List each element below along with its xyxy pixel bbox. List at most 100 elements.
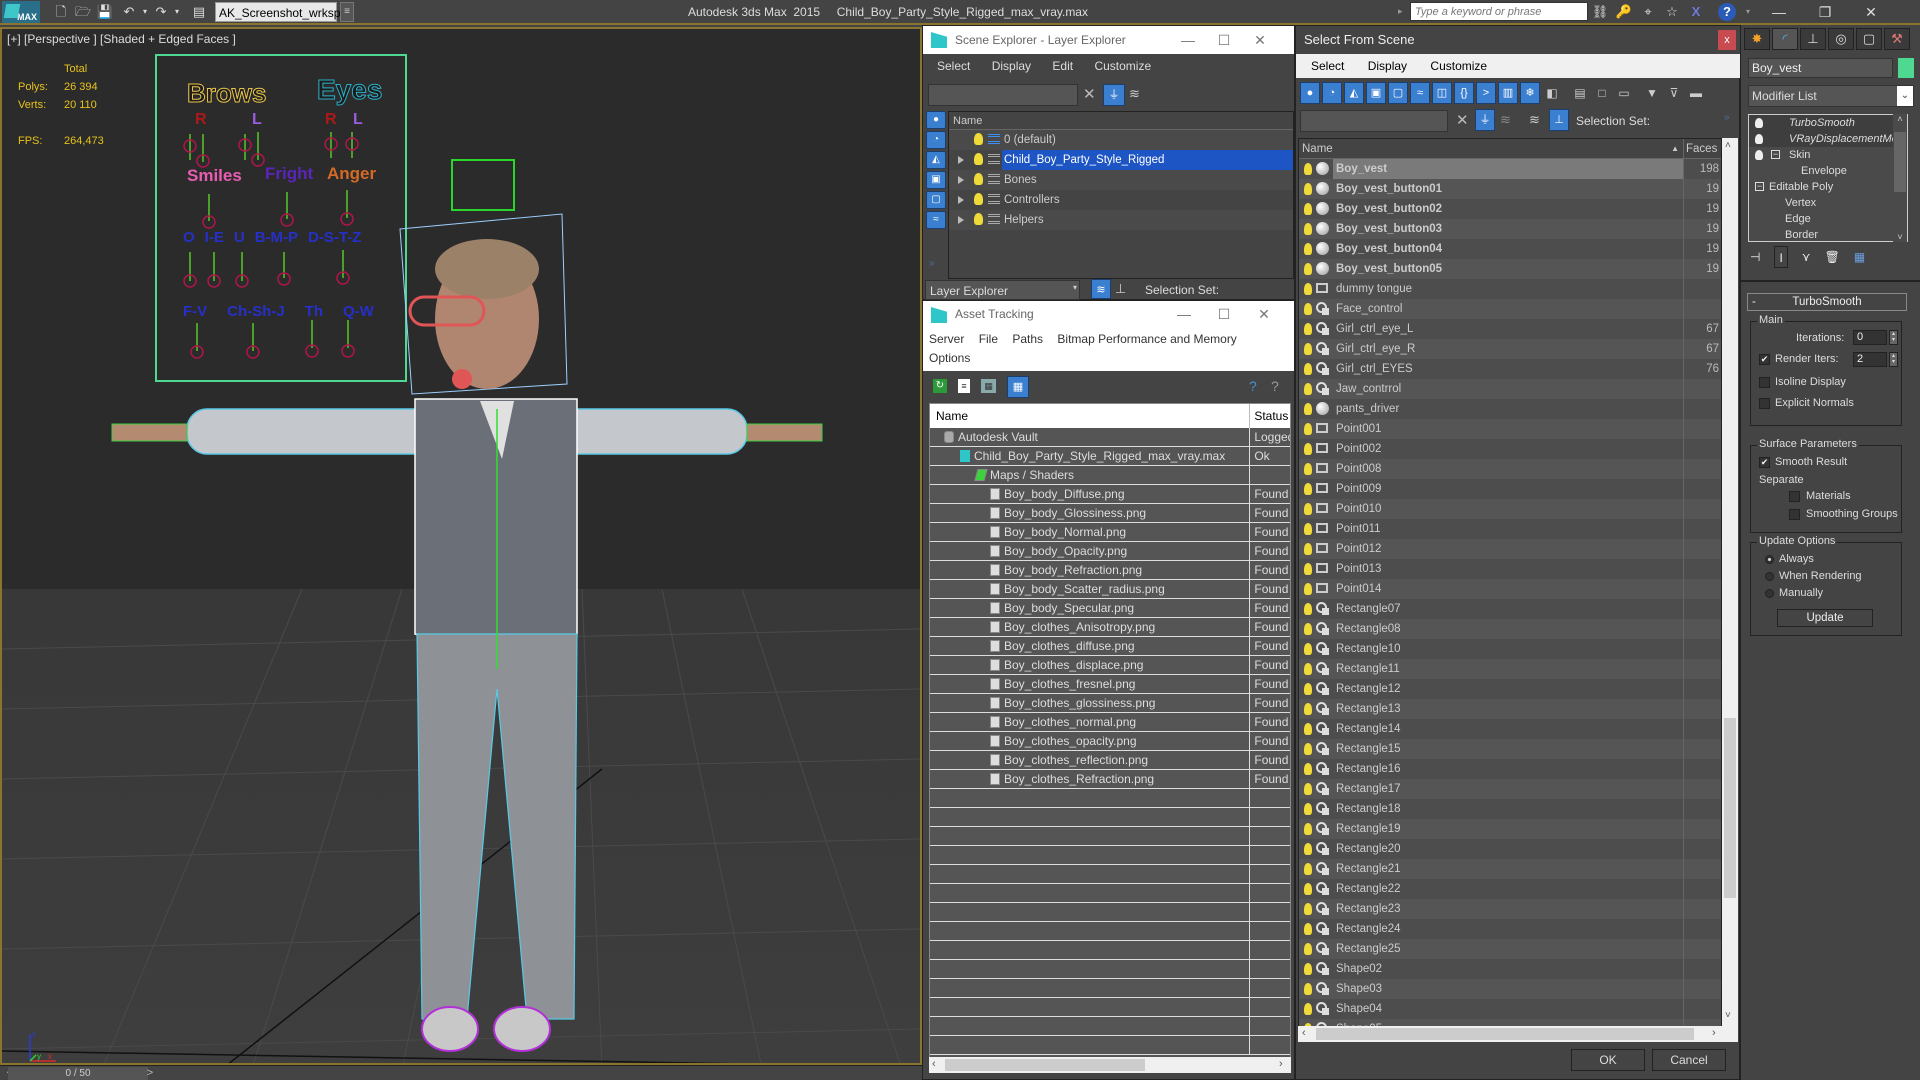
object-row[interactable]: Rectangle19 bbox=[1299, 819, 1721, 839]
collapse-icon[interactable]: − bbox=[1771, 150, 1780, 159]
visibility-bulb-icon[interactable] bbox=[1304, 423, 1312, 435]
asset-row[interactable]: Boy_clothes_diffuse.png Found bbox=[930, 637, 1290, 656]
display-geometry-icon[interactable]: ● bbox=[926, 111, 946, 129]
visibility-bulb-icon[interactable] bbox=[1304, 463, 1312, 475]
quick-access-customize-icon[interactable]: ≡ bbox=[340, 2, 354, 22]
display-invert-icon[interactable]: ▭ bbox=[1614, 82, 1634, 104]
expand-arrow-icon[interactable] bbox=[958, 176, 964, 184]
visibility-bulb-icon[interactable] bbox=[1304, 203, 1312, 215]
maximize-button[interactable]: ☐ bbox=[1209, 301, 1239, 327]
visibility-bulb-icon[interactable] bbox=[1304, 503, 1312, 515]
visibility-bulb-icon[interactable] bbox=[1304, 563, 1312, 575]
object-row[interactable]: Rectangle11 bbox=[1299, 659, 1721, 679]
column-chooser-icon[interactable]: ▬ bbox=[1686, 82, 1706, 104]
object-row[interactable]: Shape03 bbox=[1299, 979, 1721, 999]
explorer-type-dropdown[interactable]: Layer Explorer bbox=[925, 280, 1080, 300]
render-iters-spinner[interactable]: ▴ ▾ bbox=[1889, 352, 1898, 367]
display-cameras-icon[interactable]: ▣ bbox=[1366, 82, 1386, 104]
visibility-bulb-icon[interactable] bbox=[1304, 163, 1312, 175]
object-row[interactable]: Rectangle25 bbox=[1299, 939, 1721, 959]
object-row[interactable]: Rectangle21 bbox=[1299, 859, 1721, 879]
more-icon[interactable]: » bbox=[1724, 112, 1730, 123]
object-row[interactable]: pants_driver bbox=[1299, 399, 1721, 419]
display-shapes-icon[interactable]: ◔ bbox=[926, 131, 946, 149]
object-name-field[interactable]: Boy_vest bbox=[1748, 58, 1893, 78]
maximize-button[interactable]: ☐ bbox=[1209, 26, 1239, 54]
sort-by-layer-icon[interactable]: ≋ bbox=[1091, 279, 1111, 299]
table-view-icon[interactable]: ▦ bbox=[1007, 376, 1029, 398]
display-hidden-icon[interactable]: ◧ bbox=[1542, 82, 1562, 104]
display-bones-icon[interactable]: > bbox=[1476, 82, 1496, 104]
stack-item[interactable]: − Skin bbox=[1749, 147, 1907, 163]
visibility-bulb-icon[interactable] bbox=[974, 193, 983, 205]
character-model[interactable] bbox=[2, 29, 920, 1065]
display-frozen-icon[interactable]: ❄ bbox=[1520, 82, 1540, 104]
object-row[interactable]: Face_control bbox=[1299, 299, 1721, 319]
sort-by-hierarchy-icon[interactable]: ⊥ bbox=[1549, 109, 1569, 131]
search-expand-icon[interactable]: ▸ bbox=[1398, 6, 1403, 17]
display-helpers-icon[interactable]: ▢ bbox=[926, 191, 946, 209]
asset-row[interactable]: Boy_clothes_glossiness.png Found bbox=[930, 694, 1290, 713]
column-header-faces[interactable]: Faces bbox=[1684, 139, 1721, 158]
layer-row[interactable]: Helpers bbox=[949, 210, 1293, 230]
turbosmooth-rollout-header[interactable]: - TurboSmooth bbox=[1747, 293, 1907, 311]
object-row[interactable]: Boy_vest_button03 19 bbox=[1299, 219, 1721, 239]
scene-explorer-search-input[interactable] bbox=[928, 84, 1078, 106]
layer-icon[interactable] bbox=[988, 214, 1000, 224]
visibility-bulb-icon[interactable] bbox=[1304, 603, 1312, 615]
expand-arrow-icon[interactable] bbox=[958, 216, 964, 224]
scroll-right-icon[interactable]: › bbox=[1279, 1058, 1283, 1070]
pin-stack-icon[interactable]: ⊣ bbox=[1750, 246, 1760, 268]
ok-button[interactable]: OK bbox=[1571, 1049, 1645, 1071]
next-frame-button[interactable]: > bbox=[140, 1067, 160, 1080]
help-connect-icon[interactable]: ? bbox=[1249, 378, 1257, 394]
scroll-down-icon[interactable]: ˅ bbox=[1893, 232, 1907, 242]
iterations-input[interactable]: 0 bbox=[1853, 330, 1887, 345]
more-icon[interactable]: » bbox=[929, 258, 935, 269]
scroll-left-icon[interactable]: ‹ bbox=[932, 1058, 936, 1070]
asset-row[interactable]: Maps / Shaders bbox=[930, 466, 1290, 485]
layers-add-icon[interactable]: ≋ bbox=[1500, 112, 1511, 128]
save-file-icon[interactable]: 💾 bbox=[96, 3, 114, 21]
object-row[interactable]: Boy_vest_button04 19 bbox=[1299, 239, 1721, 259]
scroll-down-icon[interactable]: ˅ bbox=[1725, 1010, 1731, 1021]
visibility-bulb-icon[interactable] bbox=[1304, 723, 1312, 735]
object-list-horizontal-scrollbar[interactable]: ‹ › bbox=[1298, 1026, 1738, 1042]
object-row[interactable]: Point009 bbox=[1299, 479, 1721, 499]
object-row[interactable]: Girl_ctrl_EYES 76 bbox=[1299, 359, 1721, 379]
help-search-input[interactable]: Type a keyword or phrase bbox=[1410, 2, 1588, 21]
visibility-bulb-icon[interactable] bbox=[1304, 903, 1312, 915]
display-shapes-icon[interactable]: ◔ bbox=[1322, 82, 1342, 104]
layer-row[interactable]: Controllers bbox=[949, 190, 1293, 210]
show-end-result-icon[interactable]: I bbox=[1774, 246, 1788, 268]
close-button[interactable]: ✕ bbox=[1245, 26, 1275, 54]
visibility-bulb-icon[interactable] bbox=[1304, 783, 1312, 795]
visibility-bulb-icon[interactable] bbox=[1304, 223, 1312, 235]
cancel-button[interactable]: Cancel bbox=[1652, 1049, 1726, 1071]
list-view-icon[interactable]: ≡ bbox=[958, 379, 970, 393]
visibility-bulb-icon[interactable] bbox=[1304, 663, 1312, 675]
stack-item[interactable]: Border bbox=[1749, 227, 1907, 241]
layer-row[interactable]: Child_Boy_Party_Style_Rigged bbox=[949, 150, 1293, 170]
visibility-bulb-icon[interactable] bbox=[974, 153, 983, 165]
column-header-name[interactable]: Name bbox=[949, 112, 1293, 130]
visibility-bulb-icon[interactable] bbox=[1304, 263, 1312, 275]
smooth-result-checkbox[interactable]: ✔ bbox=[1759, 457, 1770, 468]
display-lights-icon[interactable]: ◭ bbox=[1344, 82, 1364, 104]
asset-row[interactable]: Boy_body_Opacity.png Found bbox=[930, 542, 1290, 561]
asset-row[interactable]: Boy_clothes_fresnel.png Found bbox=[930, 675, 1290, 694]
scroll-left-icon[interactable]: ‹ bbox=[1302, 1027, 1306, 1039]
thumbnail-view-icon[interactable]: ▦ bbox=[981, 379, 996, 393]
expand-arrow-icon[interactable] bbox=[958, 196, 964, 204]
display-groups-icon[interactable]: ◫ bbox=[1432, 82, 1452, 104]
jaw-control[interactable] bbox=[452, 369, 472, 389]
create-icon[interactable]: ✸ bbox=[1744, 28, 1770, 50]
visibility-bulb-icon[interactable] bbox=[1304, 963, 1312, 975]
modifier-toggle-icon[interactable] bbox=[1755, 118, 1763, 128]
object-row[interactable]: Shape04 bbox=[1299, 999, 1721, 1019]
asset-row[interactable]: Autodesk Vault Logged bbox=[930, 428, 1290, 447]
object-row[interactable]: Boy_vest_button05 19 bbox=[1299, 259, 1721, 279]
object-row[interactable]: Rectangle07 bbox=[1299, 599, 1721, 619]
object-row[interactable]: Rectangle14 bbox=[1299, 719, 1721, 739]
asset-row[interactable]: Child_Boy_Party_Style_Rigged_max_vray.ma… bbox=[930, 447, 1290, 466]
